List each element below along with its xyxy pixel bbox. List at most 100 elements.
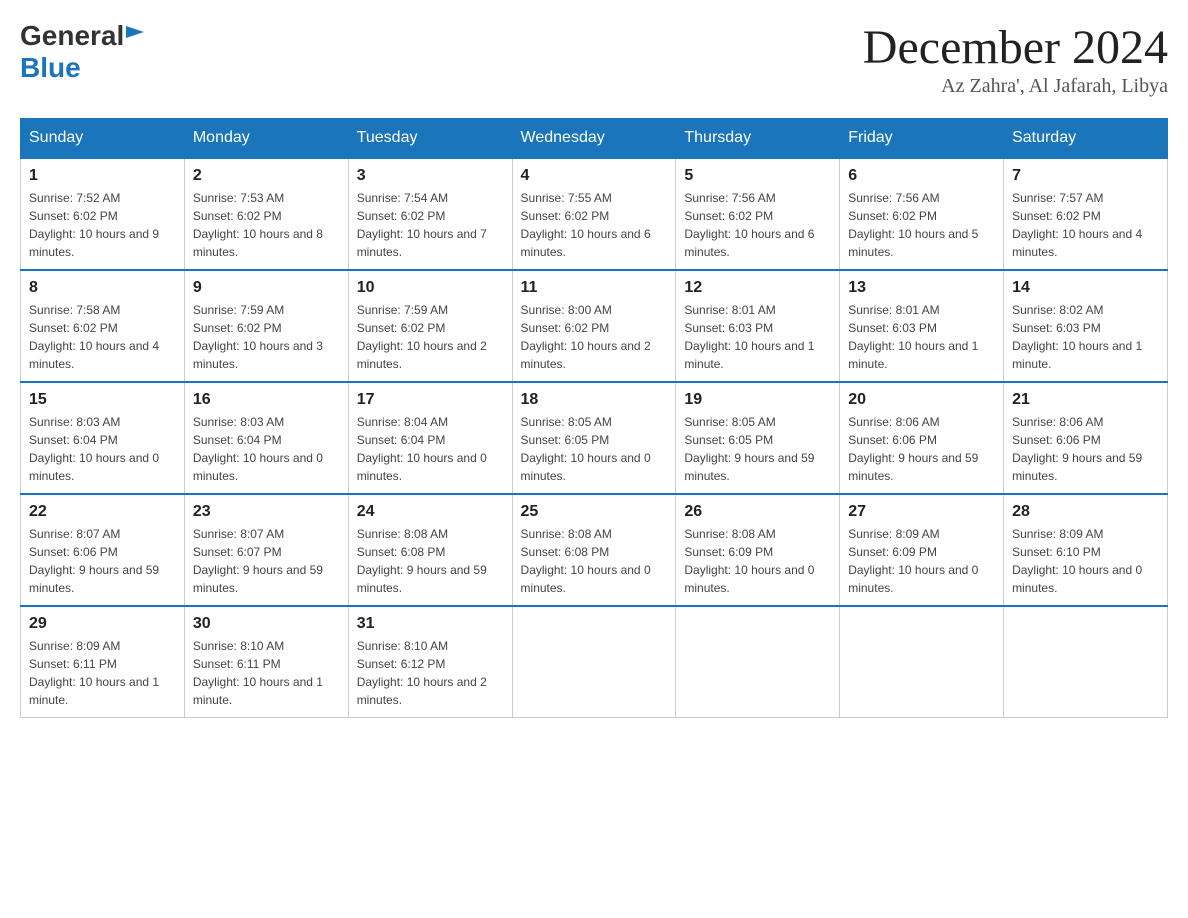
day-number: 21: [1012, 391, 1159, 409]
day-info: Sunrise: 8:02 AMSunset: 6:03 PMDaylight:…: [1012, 301, 1159, 373]
day-number: 18: [521, 391, 668, 409]
logo-general: General: [20, 20, 124, 52]
calendar-cell: 29 Sunrise: 8:09 AMSunset: 6:11 PMDayligh…: [21, 606, 185, 718]
calendar-header-tuesday: Tuesday: [348, 119, 512, 159]
calendar-cell: 11 Sunrise: 8:00 AMSunset: 6:02 PMDayligh…: [512, 270, 676, 382]
week-row-4: 22Sunrise: 8:07 AMSunset: 6:06 PMDayligh…: [21, 494, 1168, 606]
day-info: Sunrise: 7:56 AMSunset: 6:02 PMDaylight:…: [848, 189, 995, 261]
calendar-cell: [840, 606, 1004, 718]
day-info: Sunrise: 8:09 AMSunset: 6:10 PMDaylight:…: [1012, 525, 1159, 597]
logo-blue: Blue: [20, 52, 144, 84]
day-info: Sunrise: 8:06 AMSunset: 6:06 PMDaylight:…: [1012, 413, 1159, 485]
calendar-cell: 24 Sunrise: 8:08 AMSunset: 6:08 PMDayligh…: [348, 494, 512, 606]
day-number: 8: [29, 279, 176, 297]
day-info: Sunrise: 8:07 AMSunset: 6:07 PMDaylight:…: [193, 525, 340, 597]
day-info: Sunrise: 7:55 AMSunset: 6:02 PMDaylight:…: [521, 189, 668, 261]
day-number: 3: [357, 167, 504, 185]
calendar-cell: 6Sunrise: 7:56 AMSunset: 6:02 PMDaylight…: [840, 158, 1004, 270]
calendar-header-saturday: Saturday: [1004, 119, 1168, 159]
day-number: 28: [1012, 503, 1159, 521]
calendar-cell: 31 Sunrise: 8:10 AMSunset: 6:12 PMDayligh…: [348, 606, 512, 718]
calendar-cell: 17Sunrise: 8:04 AMSunset: 6:04 PMDayligh…: [348, 382, 512, 494]
day-info: Sunrise: 8:01 AMSunset: 6:03 PMDaylight:…: [848, 301, 995, 373]
day-number: 26: [684, 503, 831, 521]
day-number: 16: [193, 391, 340, 409]
calendar-cell: 10 Sunrise: 7:59 AMSunset: 6:02 PMDayligh…: [348, 270, 512, 382]
day-info: Sunrise: 8:09 AMSunset: 6:11 PMDaylight:…: [29, 637, 176, 709]
calendar-cell: 28 Sunrise: 8:09 AMSunset: 6:10 PMDayligh…: [1004, 494, 1168, 606]
title-section: December 2024 Az Zahra', Al Jafarah, Lib…: [863, 20, 1168, 98]
day-info: Sunrise: 7:58 AMSunset: 6:02 PMDaylight:…: [29, 301, 176, 373]
day-info: Sunrise: 7:59 AMSunset: 6:02 PMDaylight:…: [357, 301, 504, 373]
day-number: 1: [29, 167, 176, 185]
calendar-cell: 27 Sunrise: 8:09 AMSunset: 6:09 PMDayligh…: [840, 494, 1004, 606]
day-info: Sunrise: 8:03 AMSunset: 6:04 PMDaylight:…: [29, 413, 176, 485]
calendar-cell: 3Sunrise: 7:54 AMSunset: 6:02 PMDaylight…: [348, 158, 512, 270]
day-info: Sunrise: 7:59 AMSunset: 6:02 PMDaylight:…: [193, 301, 340, 373]
calendar-cell: 30Sunrise: 8:10 AMSunset: 6:11 PMDayligh…: [184, 606, 348, 718]
calendar-header-sunday: Sunday: [21, 119, 185, 159]
day-info: Sunrise: 8:05 AMSunset: 6:05 PMDaylight:…: [521, 413, 668, 485]
calendar-cell: 16 Sunrise: 8:03 AMSunset: 6:04 PMDayligh…: [184, 382, 348, 494]
day-info: Sunrise: 7:57 AMSunset: 6:02 PMDaylight:…: [1012, 189, 1159, 261]
day-number: 24: [357, 503, 504, 521]
logo-flag-icon: [126, 26, 144, 46]
calendar-cell: 21 Sunrise: 8:06 AMSunset: 6:06 PMDayligh…: [1004, 382, 1168, 494]
calendar-header-row: SundayMondayTuesdayWednesdayThursdayFrid…: [21, 119, 1168, 159]
calendar-header-friday: Friday: [840, 119, 1004, 159]
week-row-3: 15 Sunrise: 8:03 AMSunset: 6:04 PMDayligh…: [21, 382, 1168, 494]
calendar-cell: 22Sunrise: 8:07 AMSunset: 6:06 PMDayligh…: [21, 494, 185, 606]
calendar-cell: 15 Sunrise: 8:03 AMSunset: 6:04 PMDayligh…: [21, 382, 185, 494]
day-info: Sunrise: 8:08 AMSunset: 6:09 PMDaylight:…: [684, 525, 831, 597]
day-number: 23: [193, 503, 340, 521]
day-info: Sunrise: 7:53 AMSunset: 6:02 PMDaylight:…: [193, 189, 340, 261]
calendar-cell: 26 Sunrise: 8:08 AMSunset: 6:09 PMDayligh…: [676, 494, 840, 606]
day-number: 14: [1012, 279, 1159, 297]
day-number: 27: [848, 503, 995, 521]
calendar-cell: 8 Sunrise: 7:58 AMSunset: 6:02 PMDaylight…: [21, 270, 185, 382]
day-info: Sunrise: 8:03 AMSunset: 6:04 PMDaylight:…: [193, 413, 340, 485]
calendar-header-thursday: Thursday: [676, 119, 840, 159]
day-info: Sunrise: 8:01 AMSunset: 6:03 PMDaylight:…: [684, 301, 831, 373]
day-info: Sunrise: 7:56 AMSunset: 6:02 PMDaylight:…: [684, 189, 831, 261]
day-number: 11: [521, 279, 668, 297]
day-number: 31: [357, 615, 504, 633]
calendar-cell: [1004, 606, 1168, 718]
day-number: 15: [29, 391, 176, 409]
day-number: 12: [684, 279, 831, 297]
month-year-title: December 2024: [863, 20, 1168, 75]
day-info: Sunrise: 8:10 AMSunset: 6:12 PMDaylight:…: [357, 637, 504, 709]
calendar-cell: 13 Sunrise: 8:01 AMSunset: 6:03 PMDayligh…: [840, 270, 1004, 382]
calendar-cell: 23 Sunrise: 8:07 AMSunset: 6:07 PMDayligh…: [184, 494, 348, 606]
location-subtitle: Az Zahra', Al Jafarah, Libya: [863, 75, 1168, 98]
calendar-cell: 18 Sunrise: 8:05 AMSunset: 6:05 PMDayligh…: [512, 382, 676, 494]
day-number: 5: [684, 167, 831, 185]
week-row-5: 29 Sunrise: 8:09 AMSunset: 6:11 PMDayligh…: [21, 606, 1168, 718]
week-row-2: 8 Sunrise: 7:58 AMSunset: 6:02 PMDaylight…: [21, 270, 1168, 382]
day-info: Sunrise: 8:08 AMSunset: 6:08 PMDaylight:…: [521, 525, 668, 597]
calendar-cell: 14 Sunrise: 8:02 AMSunset: 6:03 PMDayligh…: [1004, 270, 1168, 382]
day-info: Sunrise: 8:04 AMSunset: 6:04 PMDaylight:…: [357, 413, 504, 485]
day-number: 25: [521, 503, 668, 521]
calendar-cell: [676, 606, 840, 718]
calendar-cell: 7 Sunrise: 7:57 AMSunset: 6:02 PMDaylight…: [1004, 158, 1168, 270]
day-info: Sunrise: 8:08 AMSunset: 6:08 PMDaylight:…: [357, 525, 504, 597]
day-number: 10: [357, 279, 504, 297]
calendar-header-wednesday: Wednesday: [512, 119, 676, 159]
calendar-cell: 20Sunrise: 8:06 AMSunset: 6:06 PMDayligh…: [840, 382, 1004, 494]
calendar-cell: 4Sunrise: 7:55 AMSunset: 6:02 PMDaylight…: [512, 158, 676, 270]
week-row-1: 1Sunrise: 7:52 AMSunset: 6:02 PMDaylight…: [21, 158, 1168, 270]
page-header: General Blue December 2024 Az Zahra', Al…: [20, 20, 1168, 98]
calendar-cell: 12 Sunrise: 8:01 AMSunset: 6:03 PMDayligh…: [676, 270, 840, 382]
calendar-cell: 2 Sunrise: 7:53 AMSunset: 6:02 PMDaylight…: [184, 158, 348, 270]
day-number: 7: [1012, 167, 1159, 185]
day-info: Sunrise: 8:09 AMSunset: 6:09 PMDaylight:…: [848, 525, 995, 597]
day-info: Sunrise: 8:05 AMSunset: 6:05 PMDaylight:…: [684, 413, 831, 485]
day-number: 13: [848, 279, 995, 297]
day-number: 20: [848, 391, 995, 409]
day-number: 2: [193, 167, 340, 185]
day-info: Sunrise: 8:00 AMSunset: 6:02 PMDaylight:…: [521, 301, 668, 373]
calendar-cell: [512, 606, 676, 718]
calendar-cell: 5 Sunrise: 7:56 AMSunset: 6:02 PMDaylight…: [676, 158, 840, 270]
day-number: 29: [29, 615, 176, 633]
